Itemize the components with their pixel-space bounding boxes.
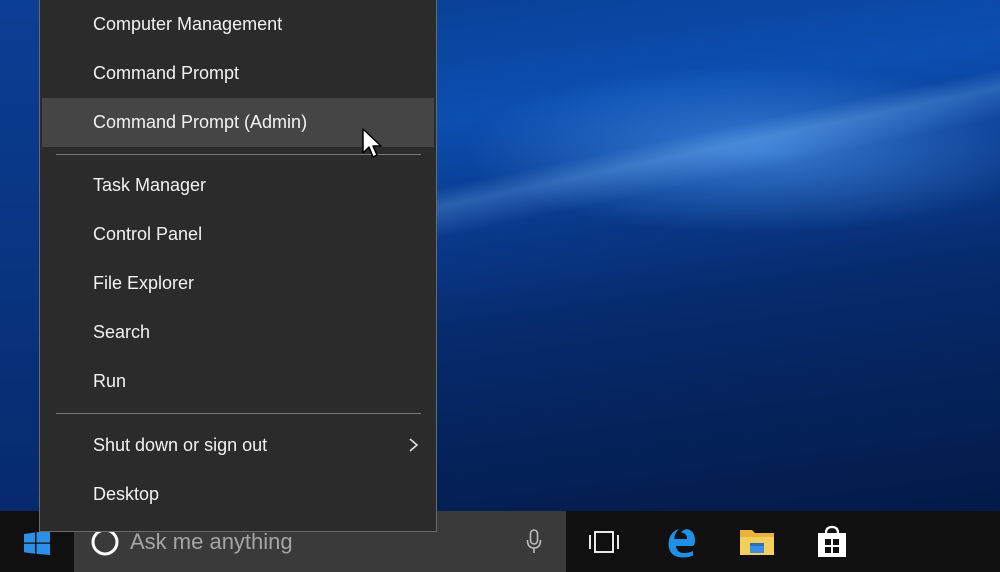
menu-separator (56, 413, 421, 414)
file-explorer-button[interactable] (727, 511, 787, 572)
task-view-button[interactable] (572, 511, 632, 572)
menu-item-shut-down-or-sign-out[interactable]: Shut down or sign out (42, 421, 434, 470)
chevron-right-icon (409, 438, 419, 452)
power-user-menu: Computer Management Command Prompt Comma… (39, 0, 437, 532)
menu-item-desktop[interactable]: Desktop (42, 470, 434, 519)
file-explorer-icon (740, 530, 774, 555)
menu-item-run[interactable]: Run (42, 357, 434, 406)
menu-item-control-panel[interactable]: Control Panel (42, 210, 434, 259)
search-placeholder: Ask me anything (130, 529, 293, 554)
windows-start-icon (24, 531, 50, 555)
edge-button[interactable] (651, 511, 711, 572)
menu-item-search[interactable]: Search (42, 308, 434, 357)
microphone-icon[interactable] (526, 529, 542, 555)
menu-item-task-manager[interactable]: Task Manager (42, 161, 434, 210)
menu-item-label: Shut down or sign out (93, 435, 268, 455)
menu-item-command-prompt[interactable]: Command Prompt (42, 49, 434, 98)
edge-icon (668, 529, 695, 558)
desktop-wallpaper-edge (0, 0, 40, 511)
store-button[interactable] (802, 511, 862, 572)
menu-item-file-explorer[interactable]: File Explorer (42, 259, 434, 308)
menu-item-computer-management[interactable]: Computer Management (42, 0, 434, 49)
mouse-cursor-icon (362, 128, 382, 158)
task-view-icon (589, 531, 619, 553)
store-icon (818, 525, 846, 557)
